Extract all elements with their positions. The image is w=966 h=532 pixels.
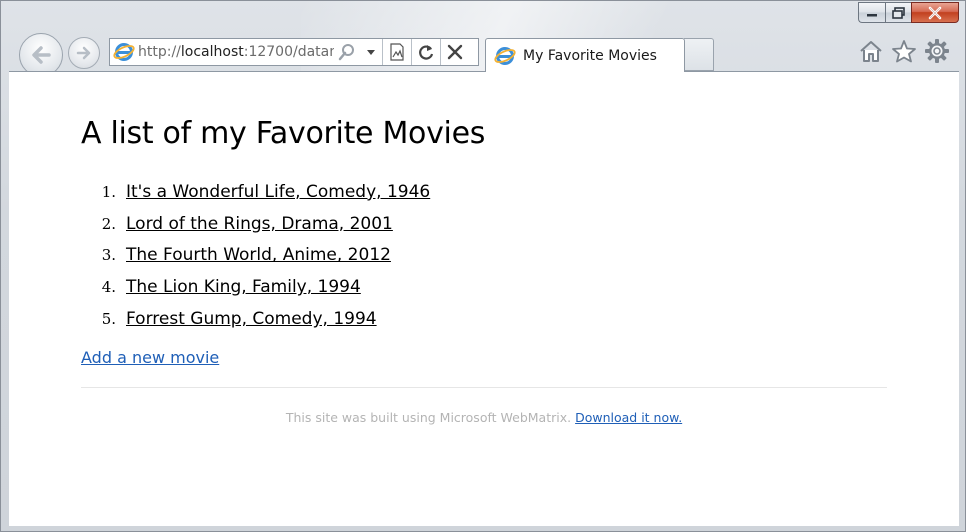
footer-text: This site was built using Microsoft WebM… (285, 410, 572, 425)
list-item: 3. The Fourth World, Anime, 2012 (81, 240, 430, 272)
address-scheme: http:// (138, 44, 181, 60)
page-content: A list of my Favorite Movies 1. It's a W… (9, 71, 959, 526)
tools-button[interactable] (923, 37, 951, 65)
new-tab-button[interactable] (684, 38, 714, 71)
window-caption-buttons (858, 2, 959, 23)
tab-my-favorite-movies[interactable]: My Favorite Movies (485, 38, 685, 72)
compatibility-view-button[interactable] (383, 39, 411, 65)
search-icon (338, 44, 354, 61)
site-ie-icon (110, 39, 138, 65)
movie-link[interactable]: Forrest Gump, Comedy, 1994 (126, 309, 377, 329)
site-ie-icon (494, 46, 516, 65)
minimize-button[interactable] (858, 2, 885, 23)
address-bar[interactable]: http://localhost:12700/datam (109, 38, 479, 66)
stop-button[interactable] (441, 39, 469, 65)
list-item: 1. It's a Wonderful Life, Comedy, 1946 (81, 176, 431, 208)
search-button[interactable] (334, 39, 360, 65)
movie-list: 1. It's a Wonderful Life, Comedy, 1946 2… (81, 176, 431, 335)
movie-link[interactable]: The Lion King, Family, 1994 (126, 277, 361, 297)
minimize-icon (867, 13, 877, 16)
refresh-icon (419, 45, 434, 60)
tab-title: My Favorite Movies (523, 47, 657, 64)
list-number: 1. (101, 182, 116, 201)
list-number: 3. (101, 246, 116, 265)
page-title: A list of my Favorite Movies (81, 116, 486, 151)
gear-icon (925, 39, 949, 63)
list-number: 2. (101, 214, 116, 233)
home-button[interactable] (857, 37, 885, 65)
address-host: localhost (180, 44, 244, 60)
movie-link[interactable]: The Fourth World, Anime, 2012 (126, 245, 391, 265)
address-input[interactable]: http://localhost:12700/datam (138, 44, 334, 60)
site-footer: This site was built using Microsoft WebM… (9, 410, 959, 425)
back-arrow-icon (32, 46, 51, 64)
maximize-button[interactable] (885, 2, 911, 23)
address-path: :12700/datam (243, 44, 334, 60)
footer-divider (81, 387, 887, 388)
movie-link[interactable]: Lord of the Rings, Drama, 2001 (126, 214, 393, 234)
stop-icon (447, 44, 463, 60)
list-number: 5. (101, 310, 116, 329)
compatibility-view-icon (390, 43, 404, 61)
forward-arrow-icon (76, 46, 91, 60)
refresh-button[interactable] (412, 39, 440, 65)
forward-button[interactable] (68, 37, 100, 69)
movie-link[interactable]: It's a Wonderful Life, Comedy, 1946 (126, 182, 430, 202)
list-item: 2. Lord of the Rings, Drama, 2001 (81, 208, 430, 240)
list-item: 5. Forrest Gump, Comedy, 1994 (81, 303, 430, 335)
browser-window: http://localhost:12700/datam My Favorite… (0, 0, 966, 532)
star-icon (892, 40, 916, 63)
restore-icon (891, 6, 905, 19)
close-button[interactable] (911, 2, 959, 23)
chevron-down-icon (367, 50, 375, 55)
list-number: 4. (101, 278, 116, 297)
favorites-button[interactable] (890, 37, 918, 65)
address-dropdown-button[interactable] (360, 39, 382, 65)
home-icon (860, 41, 882, 62)
close-icon (928, 6, 942, 19)
add-movie-link[interactable]: Add a new movie (81, 348, 219, 367)
list-item: 4. The Lion King, Family, 1994 (81, 271, 430, 303)
download-link[interactable]: Download it now. (575, 410, 682, 425)
